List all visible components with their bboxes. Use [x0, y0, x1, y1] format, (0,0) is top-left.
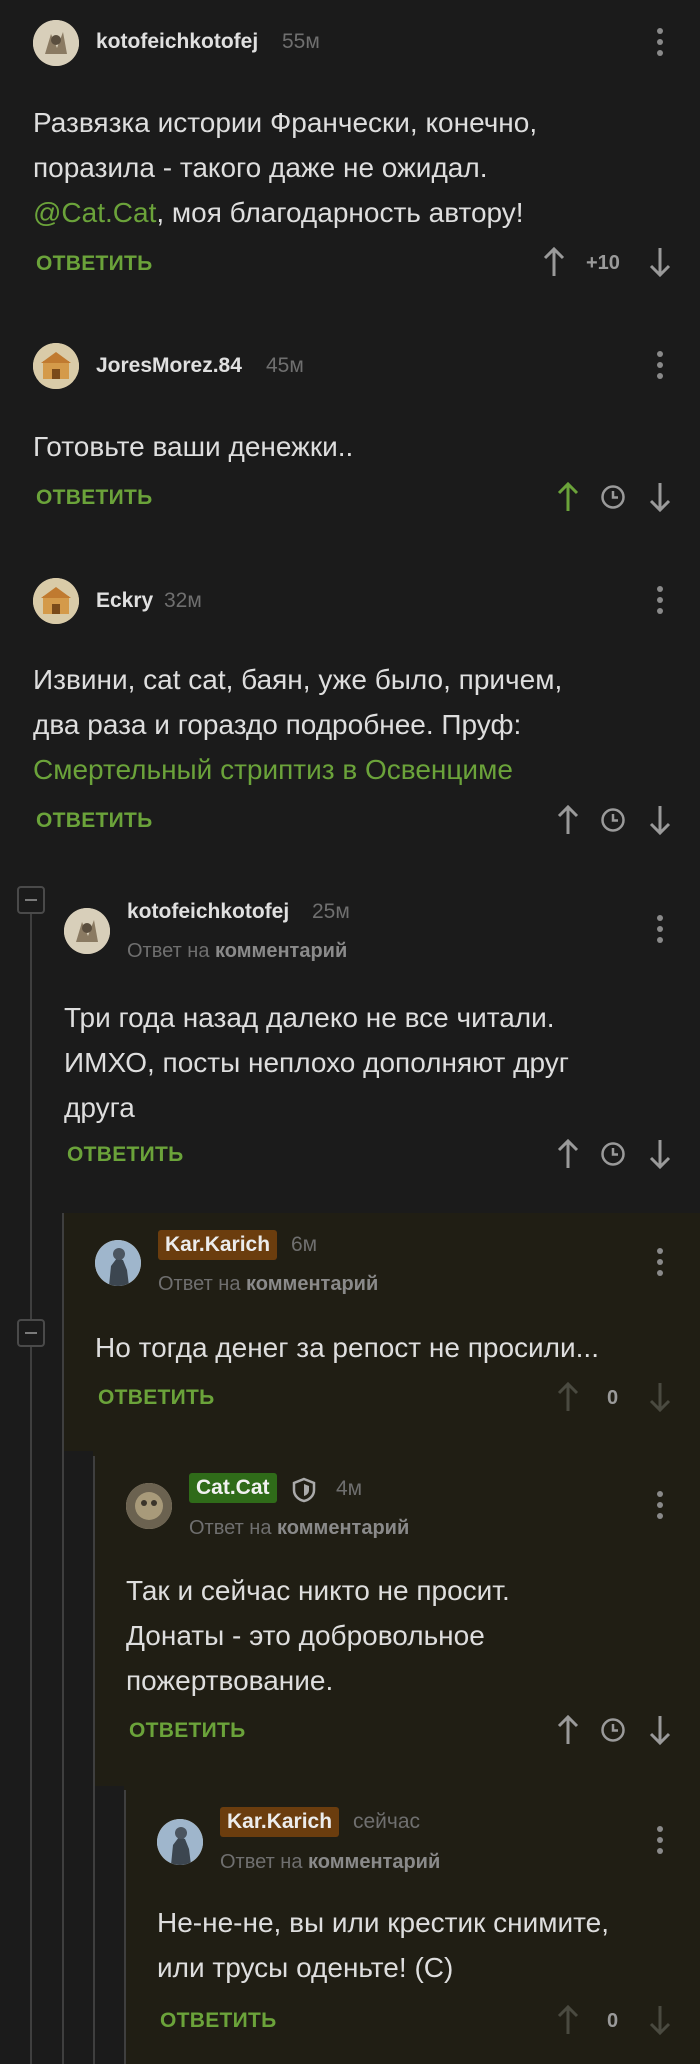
avatar[interactable]	[157, 1819, 203, 1865]
reply-button[interactable]: ОТВЕТИТЬ	[129, 1719, 246, 1743]
rating-value: 0	[607, 2010, 619, 2032]
comment-time: 4м	[336, 1477, 363, 1500]
comment-body: Три года назад далеко не все читали. ИМХ…	[64, 1002, 569, 1123]
shield-icon	[292, 1477, 316, 1503]
reply-button[interactable]: ОТВЕТИТЬ	[98, 1386, 215, 1410]
comment-body: Развязка истории Франчески, конечно, пор…	[33, 107, 538, 228]
avatar[interactable]	[33, 20, 79, 66]
author-name[interactable]: kotofeichkotofej	[96, 30, 258, 54]
avatar[interactable]	[95, 1240, 141, 1286]
upvote-arrow-icon[interactable]	[556, 804, 580, 836]
avatar[interactable]	[33, 578, 79, 624]
thread-line	[93, 1456, 95, 2064]
upvote-arrow-icon[interactable]	[556, 1381, 580, 1413]
downvote-arrow-icon[interactable]	[648, 804, 672, 836]
comment-time: 25м	[312, 900, 350, 923]
comment-time: 55м	[282, 30, 320, 53]
user-mention-link[interactable]: @Cat.Cat	[33, 197, 156, 228]
more-vertical-icon[interactable]	[654, 586, 666, 619]
reply-button[interactable]: ОТВЕТИТЬ	[36, 809, 153, 833]
more-vertical-icon[interactable]	[654, 351, 666, 384]
reply-button[interactable]: ОТВЕТИТЬ	[36, 252, 153, 276]
reply-button[interactable]: ОТВЕТИТЬ	[36, 486, 153, 510]
reply-to: Ответ на комментарий	[189, 1517, 410, 1539]
thread-line	[30, 912, 32, 2064]
downvote-arrow-icon[interactable]	[648, 1381, 672, 1413]
clock-icon[interactable]	[600, 484, 626, 510]
author-name[interactable]: Kar.Karich	[158, 1230, 278, 1260]
comment-time: 45м	[266, 354, 304, 377]
reply-button[interactable]: ОТВЕТИТЬ	[67, 1143, 184, 1167]
downvote-arrow-icon[interactable]	[648, 481, 672, 513]
more-vertical-icon[interactable]	[654, 915, 666, 948]
clock-icon[interactable]	[600, 1717, 626, 1743]
more-vertical-icon[interactable]	[654, 1248, 666, 1281]
collapse-thread-icon[interactable]	[17, 1319, 45, 1347]
upvote-arrow-icon[interactable]	[556, 1714, 580, 1746]
downvote-arrow-icon[interactable]	[648, 2004, 672, 2036]
more-vertical-icon[interactable]	[654, 1826, 666, 1859]
upvote-arrow-icon[interactable]	[556, 1138, 580, 1170]
upvote-arrow-icon[interactable]	[556, 481, 580, 513]
reply-target-link[interactable]: комментарий	[215, 940, 347, 962]
reply-button[interactable]: ОТВЕТИТЬ	[160, 2009, 277, 2033]
thread-line	[62, 1213, 64, 2064]
post-link[interactable]: Смертельный стриптиз в Освенциме	[33, 754, 513, 785]
rating-value: 0	[607, 1387, 619, 1409]
reply-to: Ответ на комментарий	[127, 940, 348, 962]
avatar[interactable]	[126, 1483, 172, 1529]
reply-to: Ответ на комментарий	[158, 1273, 379, 1295]
author-name[interactable]: kotofeichkotofej	[127, 900, 289, 924]
author-name[interactable]: Cat.Cat	[189, 1473, 277, 1503]
reply-to: Ответ на комментарий	[220, 1851, 441, 1873]
author-name[interactable]: Kar.Karich	[220, 1807, 340, 1837]
comment-time: 32м	[164, 589, 202, 612]
downvote-arrow-icon[interactable]	[648, 1714, 672, 1746]
avatar[interactable]	[33, 343, 79, 389]
author-name[interactable]: Eckry	[96, 589, 153, 613]
reply-target-link[interactable]: комментарий	[308, 1851, 440, 1873]
rating-value: +10	[586, 252, 620, 274]
downvote-arrow-icon[interactable]	[648, 246, 672, 278]
avatar[interactable]	[64, 908, 110, 954]
comment-time: 6м	[291, 1233, 318, 1256]
comment-body: Так и сейчас никто не просит. Донаты - э…	[126, 1575, 510, 1696]
comment-body: Но тогда денег за репост не просили...	[95, 1332, 599, 1363]
downvote-arrow-icon[interactable]	[648, 1138, 672, 1170]
reply-target-link[interactable]: комментарий	[246, 1273, 378, 1295]
collapse-thread-icon[interactable]	[17, 886, 45, 914]
author-name[interactable]: JoresMorez.84	[96, 354, 242, 378]
more-vertical-icon[interactable]	[654, 28, 666, 61]
comment-body: Готовьте ваши денежки..	[33, 431, 354, 462]
clock-icon[interactable]	[600, 1141, 626, 1167]
more-vertical-icon[interactable]	[654, 1491, 666, 1524]
upvote-arrow-icon[interactable]	[556, 2004, 580, 2036]
comment-time: сейчас	[353, 1810, 421, 1833]
reply-target-link[interactable]: комментарий	[277, 1517, 409, 1539]
comment-body: Не-не-не, вы или крестик снимите, или тр…	[157, 1907, 609, 1983]
clock-icon[interactable]	[600, 807, 626, 833]
comment-body: Извини, cat cat, баян, уже было, причем,…	[33, 664, 563, 785]
thread-line	[124, 1790, 126, 2064]
upvote-arrow-icon[interactable]	[542, 246, 566, 278]
